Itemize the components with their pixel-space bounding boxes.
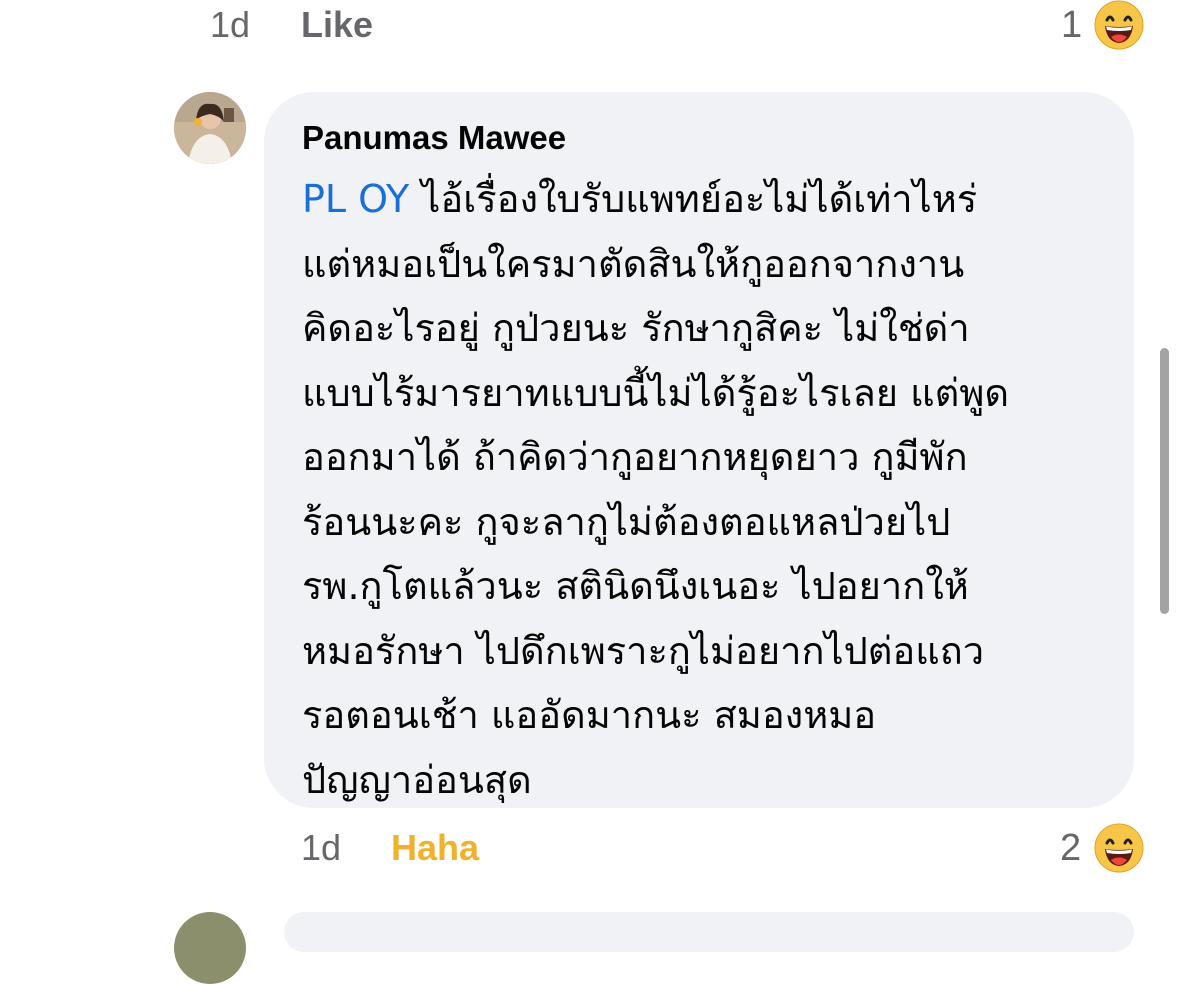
next-comment-bubble bbox=[284, 912, 1134, 952]
like-button[interactable]: Like bbox=[301, 0, 373, 50]
comment-line: ร้อนนะคะ กูจะลากูไม่ต้องตอแหลป่วยไป bbox=[302, 499, 951, 544]
previous-comment-footer: 1d Like 1 bbox=[0, 0, 1179, 50]
comment-line-text: ไอ้เรื่องใบรับแพทย์อะไม่ได้เท่าไหร่ bbox=[409, 177, 978, 221]
comment-line: คิดอะไรอยู่ กูป่วยนะ รักษากูสิคะ ไม่ใช่ด… bbox=[302, 306, 970, 350]
comment-author-name[interactable]: Panumas Mawee bbox=[302, 116, 566, 160]
comment-text: PL OY ไอ้เรื่องใบรับแพทย์อะไม่ได้เท่าไหร… bbox=[302, 167, 1117, 812]
profile-photo bbox=[174, 92, 246, 164]
comment-timestamp: 1d bbox=[210, 4, 251, 45]
reaction-count[interactable]: 2 bbox=[1060, 823, 1081, 873]
comment-line: ปัญญาอ่อนสุด bbox=[302, 757, 532, 802]
comment-timestamp: 1d bbox=[301, 827, 342, 868]
comment-line: ออกมาได้ ถ้าคิดว่ากูอยากหยุดยาว กูมีพัก bbox=[302, 435, 968, 479]
comment-line: หมอรักษา ไปดึกเพราะกูไม่อยากไปต่อแถว bbox=[302, 628, 985, 673]
comment-line: แบบไร้มารยาทแบบนี้ไม่ได้รู้อะไรเลย แต่พู… bbox=[302, 370, 1010, 415]
comment-line: แต่หมอเป็นใครมาตัดสินให้กูออกจากงาน bbox=[302, 241, 965, 286]
laughing-emoji-icon[interactable] bbox=[1094, 0, 1144, 50]
laughing-emoji-icon[interactable] bbox=[1094, 823, 1144, 873]
comment-line: รอตอนเช้า แออัดมากนะ สมองหมอ bbox=[302, 693, 877, 737]
scrollbar-thumb[interactable] bbox=[1160, 348, 1169, 614]
reaction-count[interactable]: 1 bbox=[1061, 0, 1082, 50]
mention-link[interactable]: PL OY bbox=[302, 177, 409, 221]
comment-line: PL OY ไอ้เรื่องใบรับแพทย์อะไม่ได้เท่าไหร… bbox=[302, 167, 1117, 232]
avatar[interactable] bbox=[174, 92, 246, 164]
haha-reaction-button[interactable]: Haha bbox=[391, 823, 479, 873]
comment-line: รพ.กูโตแล้วนะ สตินิดนึงเนอะ ไปอยากให้ bbox=[302, 564, 969, 608]
